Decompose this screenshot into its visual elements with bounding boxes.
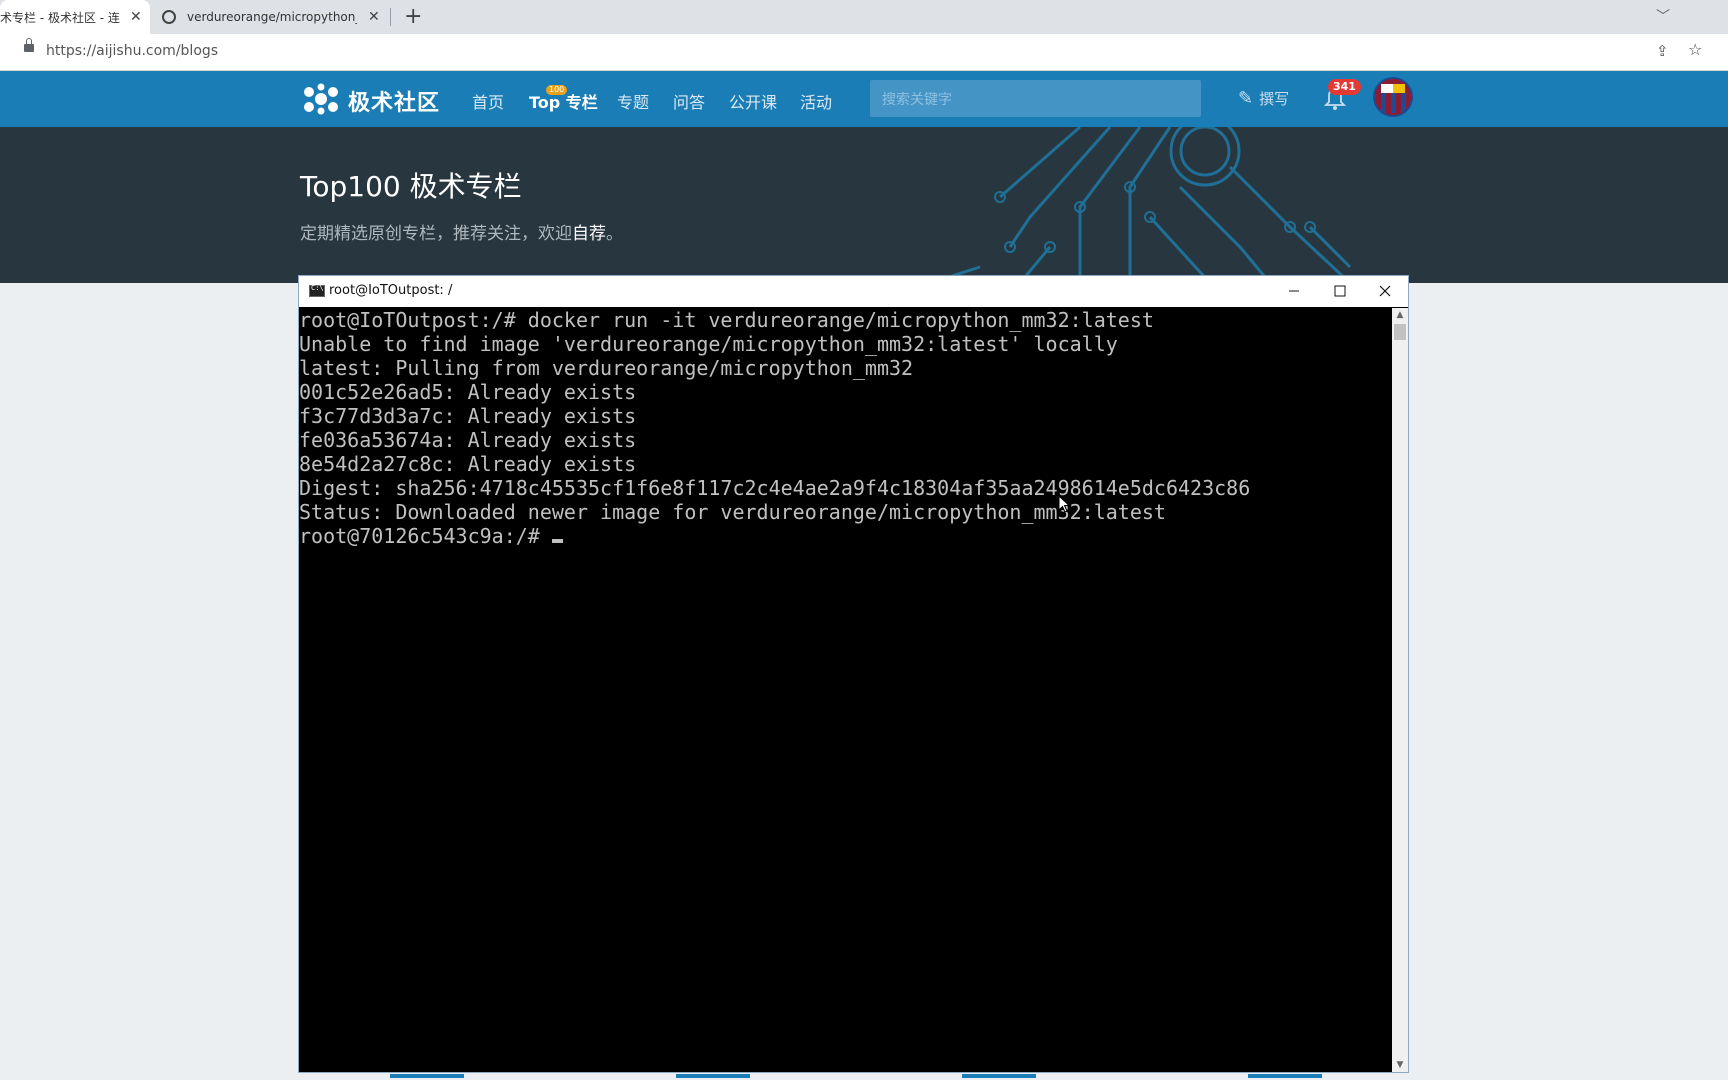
url-field[interactable]: https://aijishu.com/blogs bbox=[46, 43, 218, 59]
close-window-button[interactable] bbox=[1362, 276, 1408, 306]
page-title: Top100 极术专栏 bbox=[300, 170, 522, 203]
share-icon[interactable]: ⇪ bbox=[1656, 42, 1669, 60]
nav-open-courses[interactable]: 公开课 bbox=[729, 89, 777, 113]
terminal-prompt: root@70126c543c9a:/# bbox=[299, 524, 552, 548]
avatar[interactable] bbox=[1373, 77, 1413, 117]
subtitle-end: 。 bbox=[606, 224, 623, 244]
search-box bbox=[870, 80, 1201, 117]
page-content-fragment bbox=[1248, 1074, 1322, 1078]
write-label: 撰写 bbox=[1259, 90, 1290, 108]
page-content-fragment bbox=[390, 1074, 464, 1078]
new-tab-button[interactable]: + bbox=[404, 4, 422, 30]
minimize-button[interactable] bbox=[1271, 276, 1317, 306]
browser-tab-bar: 术专栏 - 极术社区 - 连 ✕ verdureorange/micropyth… bbox=[0, 0, 1728, 34]
terminal-window[interactable]: root@IoTOutpost: / root@IoTOutpost:/# do… bbox=[298, 275, 1409, 1073]
scroll-down-arrow-icon[interactable]: ▼ bbox=[1392, 1058, 1408, 1072]
browser-tab[interactable]: 术专栏 - 极术社区 - 连 ✕ bbox=[0, 0, 150, 34]
site-navbar: 极术社区 首页 Top 专栏 100 专题 问答 公开课 活动 ✎ 撰写 341 bbox=[0, 71, 1728, 127]
tab-title: 术专栏 - 极术社区 - 连 bbox=[0, 10, 120, 25]
bookmark-star-icon[interactable]: ☆ bbox=[1688, 40, 1702, 59]
notification-count-badge: 341 bbox=[1328, 79, 1361, 95]
site-logo-text[interactable]: 极术社区 bbox=[348, 85, 440, 117]
terminal-line: Digest: sha256:4718c45535cf1f6e8f117c2c4… bbox=[299, 476, 1251, 500]
text-cursor bbox=[551, 539, 563, 543]
maximize-button[interactable] bbox=[1317, 276, 1363, 306]
minimize-icon bbox=[1289, 290, 1299, 292]
terminal-line: 8e54d2a27c8c: Already exists bbox=[299, 452, 637, 476]
edit-icon: ✎ bbox=[1238, 88, 1254, 109]
nav-topics[interactable]: 专题 bbox=[617, 89, 649, 113]
nav-events[interactable]: 活动 bbox=[800, 89, 832, 113]
page-subtitle: 定期精选原创专栏，推荐关注，欢迎自荐。 bbox=[300, 219, 623, 244]
write-button[interactable]: ✎ 撰写 bbox=[1238, 88, 1289, 109]
club-crest-icon bbox=[1375, 79, 1411, 115]
close-tab-icon[interactable]: ✕ bbox=[368, 9, 380, 25]
terminal-line: Unable to find image 'verdureorange/micr… bbox=[299, 332, 1118, 356]
lock-icon[interactable] bbox=[24, 38, 34, 52]
tab-title: verdureorange/micropython_r bbox=[187, 10, 357, 24]
terminal-title: root@IoTOutpost: / bbox=[329, 283, 453, 298]
terminal-line: fe036a53674a: Already exists bbox=[299, 428, 637, 452]
terminal-line: latest: Pulling from verdureorange/micro… bbox=[299, 356, 914, 380]
tab-divider bbox=[390, 8, 391, 26]
jishu-logo-icon[interactable] bbox=[300, 83, 342, 115]
top100-badge: 100 bbox=[546, 85, 568, 95]
scrollbar-thumb[interactable] bbox=[1394, 324, 1406, 340]
page-banner: Top100 极术专栏 定期精选原创专栏，推荐关注，欢迎自荐。 bbox=[0, 127, 1728, 283]
terminal-line: f3c77d3d3a7c: Already exists bbox=[299, 404, 637, 428]
mouse-pointer-icon bbox=[1058, 495, 1071, 513]
terminal-line: 001c52e26ad5: Already exists bbox=[299, 380, 637, 404]
browser-tab[interactable]: verdureorange/micropython_r ✕ bbox=[160, 0, 390, 34]
address-bar: https://aijishu.com/blogs ⇪ ☆ bbox=[0, 34, 1728, 71]
subtitle-text: 定期精选原创专栏，推荐关注，欢迎 bbox=[300, 224, 572, 244]
maximize-icon bbox=[1334, 285, 1346, 297]
terminal-output[interactable]: root@IoTOutpost:/# docker run -it verdur… bbox=[299, 308, 1392, 1072]
tab-search-chevron-icon[interactable]: ﹀ bbox=[1656, 6, 1670, 26]
nav-home[interactable]: 首页 bbox=[472, 89, 504, 113]
circuit-decoration bbox=[929, 127, 1352, 283]
close-icon bbox=[1379, 285, 1391, 297]
terminal-line: root@IoTOutpost:/# docker run -it verdur… bbox=[299, 308, 1154, 332]
search-input[interactable] bbox=[870, 80, 1194, 117]
close-tab-icon[interactable]: ✕ bbox=[130, 9, 142, 25]
console-icon[interactable] bbox=[309, 284, 325, 297]
self-recommend-link[interactable]: 自荐 bbox=[572, 224, 606, 244]
terminal-scrollbar[interactable]: ▲ ▼ bbox=[1392, 308, 1408, 1072]
page-content-fragment bbox=[676, 1074, 750, 1078]
terminal-titlebar[interactable]: root@IoTOutpost: / bbox=[299, 276, 1408, 307]
github-favicon-icon bbox=[162, 10, 176, 24]
terminal-prompt-line[interactable]: root@70126c543c9a:/# bbox=[299, 524, 1392, 548]
page-content-fragment bbox=[962, 1074, 1036, 1078]
scroll-up-arrow-icon[interactable]: ▲ bbox=[1392, 308, 1408, 322]
nav-qa[interactable]: 问答 bbox=[673, 89, 705, 113]
terminal-line: Status: Downloaded newer image for verdu… bbox=[299, 500, 1166, 524]
